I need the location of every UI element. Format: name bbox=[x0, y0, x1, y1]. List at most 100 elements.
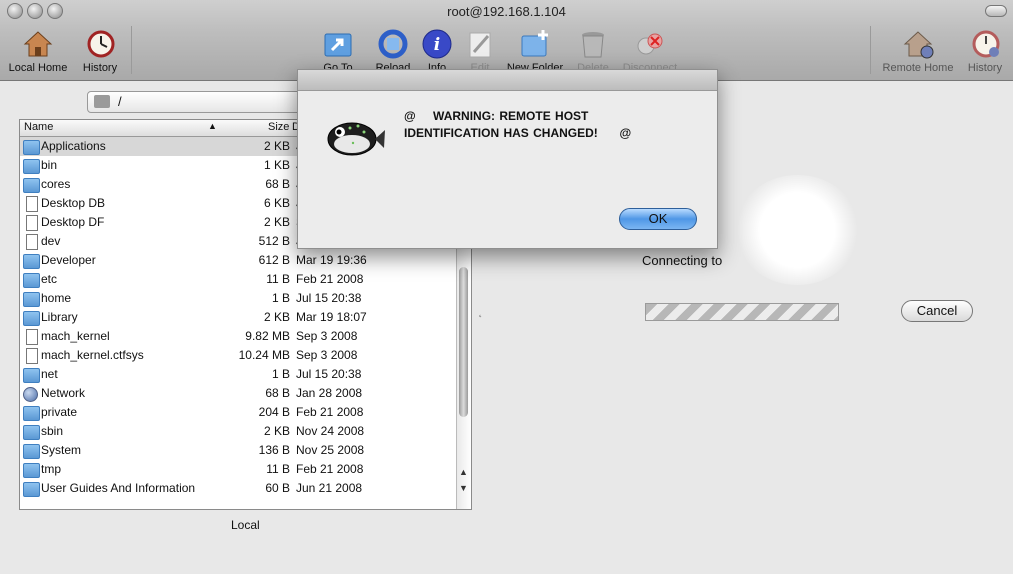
window-title: root@192.168.1.104 bbox=[447, 4, 566, 19]
document-icon bbox=[26, 196, 38, 212]
trash-icon bbox=[577, 28, 609, 60]
scroll-up-arrow[interactable]: ▲ bbox=[459, 467, 468, 477]
special-folder-icon bbox=[23, 254, 40, 269]
scroll-down-arrow[interactable]: ▼ bbox=[459, 483, 468, 493]
file-name: tmp bbox=[41, 462, 62, 476]
file-name: User Guides And Information bbox=[41, 481, 196, 495]
path-popup[interactable]: / bbox=[87, 91, 319, 113]
file-row[interactable]: tmp 11 B Feb 21 2008 bbox=[20, 460, 460, 479]
connection-progress-bar bbox=[645, 303, 839, 321]
file-date: Jan 28 2008 bbox=[296, 386, 363, 400]
connecting-label: Connecting to bbox=[642, 253, 723, 268]
file-name: Desktop DB bbox=[41, 196, 106, 210]
file-date: Mar 19 18:07 bbox=[296, 310, 367, 324]
history-button-right[interactable]: History bbox=[963, 28, 1007, 74]
file-size: 68 B bbox=[265, 386, 290, 400]
file-row[interactable]: System 136 B Nov 25 2008 bbox=[20, 441, 460, 460]
edit-button[interactable]: Edit bbox=[462, 28, 498, 74]
file-row[interactable]: Network 68 B Jan 28 2008 bbox=[20, 384, 460, 403]
new-folder-icon bbox=[519, 28, 551, 60]
file-date: Jul 15 20:38 bbox=[296, 291, 362, 305]
special-folder-icon bbox=[23, 140, 40, 155]
file-size: 9.82 MB bbox=[245, 329, 290, 343]
file-size: 11 B bbox=[266, 272, 290, 286]
file-row[interactable]: sbin 2 KB Nov 24 2008 bbox=[20, 422, 460, 441]
cancel-button[interactable]: Cancel bbox=[901, 300, 973, 322]
file-size: 2 KB bbox=[263, 215, 290, 229]
file-row[interactable]: etc 11 B Feb 21 2008 bbox=[20, 270, 460, 289]
clock-icon bbox=[84, 28, 116, 60]
folder-icon bbox=[23, 159, 40, 174]
hard-drive-icon bbox=[94, 95, 110, 108]
file-size: 1 B bbox=[271, 367, 290, 381]
file-row[interactable]: home 1 B Jul 15 20:38 bbox=[20, 289, 460, 308]
file-row[interactable]: net 1 B Jul 15 20:38 bbox=[20, 365, 460, 384]
file-size: 10.24 MB bbox=[238, 348, 290, 362]
path-text: / bbox=[118, 94, 122, 109]
network-folder-icon bbox=[23, 292, 40, 307]
file-row[interactable]: private 204 B Feb 21 2008 bbox=[20, 403, 460, 422]
history-button-left[interactable]: History bbox=[78, 28, 122, 74]
reload-button[interactable]: Reload bbox=[372, 28, 414, 74]
scroll-thumb[interactable] bbox=[459, 267, 468, 417]
warning-line-2: IDENTIFICATION HAS CHANGED! @ bbox=[404, 126, 632, 140]
file-date: Sep 3 2008 bbox=[296, 329, 358, 343]
file-date: Feb 21 2008 bbox=[296, 272, 364, 286]
file-row[interactable]: Library 2 KB Mar 19 18:07 bbox=[20, 308, 460, 327]
ok-label: OK bbox=[648, 211, 668, 226]
file-size: 512 B bbox=[258, 234, 290, 248]
file-date: Jul 15 20:38 bbox=[296, 367, 362, 381]
document-icon bbox=[26, 234, 38, 250]
local-pane-label: Local bbox=[231, 518, 260, 532]
size-column-header[interactable]: Size bbox=[268, 121, 289, 133]
house-icon bbox=[22, 28, 54, 60]
file-size: 6 KB bbox=[263, 196, 290, 210]
file-name: home bbox=[41, 291, 72, 305]
delete-button[interactable]: Delete bbox=[573, 28, 613, 74]
folder-icon bbox=[23, 463, 40, 478]
goto-button[interactable]: Go To bbox=[318, 28, 358, 74]
pufferfish-icon bbox=[320, 114, 386, 164]
cancel-label: Cancel bbox=[916, 303, 958, 318]
file-date: Nov 25 2008 bbox=[296, 443, 365, 457]
file-name: bin bbox=[41, 158, 58, 172]
file-date: Feb 21 2008 bbox=[296, 405, 364, 419]
special-folder-icon bbox=[23, 444, 40, 459]
info-button[interactable]: i Info bbox=[421, 28, 453, 74]
file-name: mach_kernel bbox=[41, 329, 110, 343]
new-folder-button[interactable]: New Folder bbox=[502, 28, 568, 74]
pane-divider-handle[interactable]: ˛ bbox=[479, 307, 482, 318]
warning-message: @ WARNING: REMOTE HOST IDENTIFICATION HA… bbox=[404, 108, 684, 142]
edit-icon bbox=[464, 28, 496, 60]
file-name: mach_kernel.ctfsys bbox=[41, 348, 144, 362]
document-icon bbox=[26, 215, 38, 231]
ok-button[interactable]: OK bbox=[619, 208, 697, 230]
file-size: 60 B bbox=[265, 481, 290, 495]
local-home-label: Local Home bbox=[8, 62, 68, 74]
disconnect-button[interactable]: Disconnect bbox=[618, 28, 682, 74]
local-home-button[interactable]: Local Home bbox=[6, 28, 70, 74]
toolbar-toggle-button[interactable] bbox=[985, 5, 1007, 17]
file-row[interactable]: mach_kernel.ctfsys 10.24 MB Sep 3 2008 bbox=[20, 346, 460, 365]
file-name: Network bbox=[41, 386, 86, 400]
folder-icon bbox=[23, 406, 40, 421]
file-row[interactable]: Developer 612 B Mar 19 19:36 bbox=[20, 251, 460, 270]
file-row[interactable]: User Guides And Information 60 B Jun 21 20… bbox=[20, 479, 460, 498]
file-row[interactable]: mach_kernel 9.82 MB Sep 3 2008 bbox=[20, 327, 460, 346]
file-name: net bbox=[41, 367, 58, 381]
file-size: 136 B bbox=[258, 443, 290, 457]
network-folder-icon bbox=[23, 368, 40, 383]
name-column-header[interactable]: Name bbox=[24, 121, 53, 133]
file-size: 68 B bbox=[265, 177, 290, 191]
file-name: etc bbox=[41, 272, 58, 286]
folder-icon bbox=[23, 482, 40, 497]
file-name: Desktop DF bbox=[41, 215, 105, 229]
file-date: Mar 19 19:36 bbox=[296, 253, 367, 267]
folder-icon bbox=[23, 273, 40, 288]
remote-home-button[interactable]: Remote Home bbox=[878, 28, 958, 74]
file-size: 1 KB bbox=[263, 158, 290, 172]
file-name: Developer bbox=[41, 253, 96, 267]
goto-folder-icon bbox=[322, 28, 354, 60]
file-size: 204 B bbox=[258, 405, 290, 419]
disconnect-icon bbox=[634, 28, 666, 60]
